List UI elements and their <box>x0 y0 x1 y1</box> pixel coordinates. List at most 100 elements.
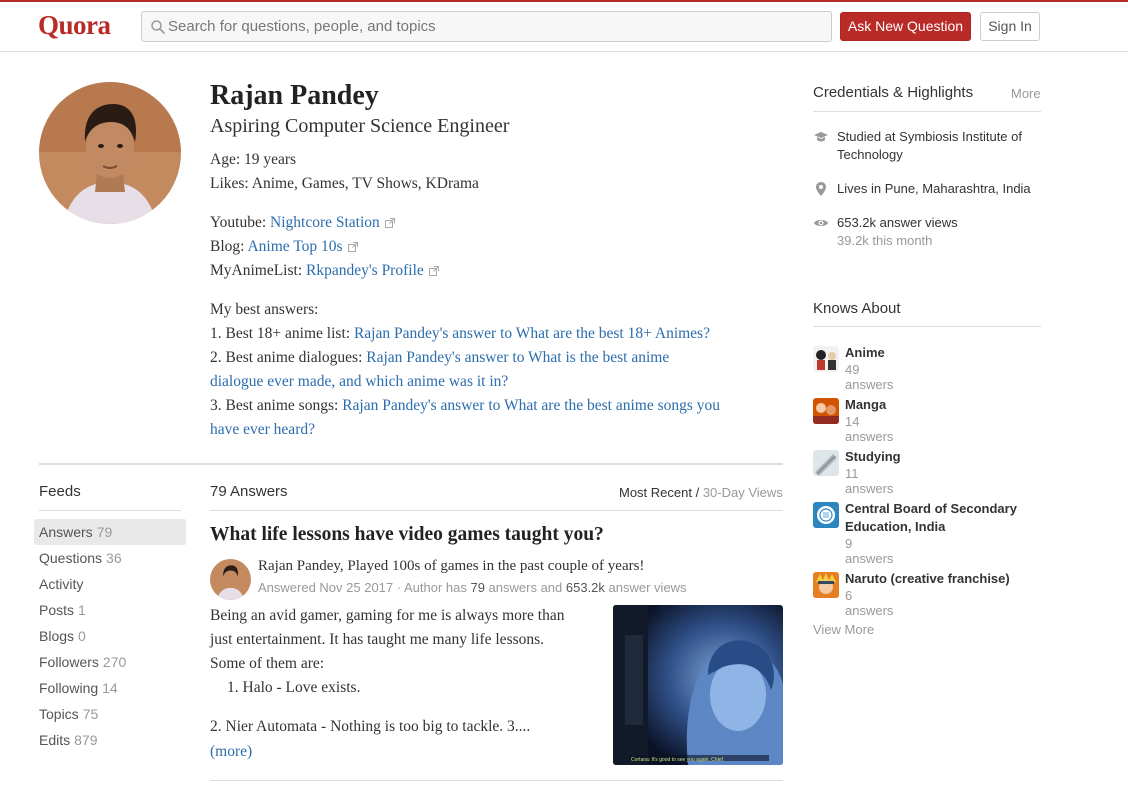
feed-count: 0 <box>78 628 86 644</box>
best-answer-3-link[interactable]: Rajan Pandey's answer to What are the be… <box>342 397 720 414</box>
naruto-topic-icon <box>813 572 839 598</box>
youtube-link[interactable]: Nightcore Station <box>270 214 380 231</box>
topic-count: 6 answers <box>845 588 894 618</box>
credentials-title: Credentials & Highlights <box>813 84 974 101</box>
answer-text-line: Some of them are: <box>210 655 325 672</box>
meta-answers: 79 <box>470 580 485 595</box>
feed-count: 879 <box>74 732 98 748</box>
external-link-icon <box>384 218 395 228</box>
feed-count: 14 <box>102 680 118 696</box>
myanimelist-link[interactable]: Rkpandey's Profile <box>306 262 424 279</box>
feed-label: Topics <box>39 706 79 722</box>
meta-prefix: Answered Nov 25 2017 · Author has <box>258 580 471 595</box>
more-link[interactable]: (more) <box>210 743 252 760</box>
profile-likes: Likes: Anime, Games, TV Shows, KDrama <box>210 175 479 192</box>
best-answer-1-prefix: 1. Best 18+ anime list: <box>210 325 354 342</box>
answers-count: 79 Answers <box>210 483 288 500</box>
sort-most-recent[interactable]: Most Recent <box>619 485 692 500</box>
topic-count: 9 answers <box>845 536 894 566</box>
sort-options: Most Recent / 30-Day Views <box>619 485 783 500</box>
youtube-label: Youtube: <box>210 214 271 231</box>
feed-item-questions[interactable]: Questions 36 <box>34 545 186 571</box>
credential-text: Studied at Symbiosis Institute of Techno… <box>837 129 1022 162</box>
topic-count: 14 answers <box>845 414 894 444</box>
feed-count: 1 <box>78 602 86 618</box>
credentials-divider <box>813 111 1041 112</box>
meta-suffix: answer views <box>604 580 687 595</box>
sort-30-day-views[interactable]: 30-Day Views <box>703 485 783 500</box>
image-caption: Cortana: It's good to see you again, Chi… <box>631 757 724 763</box>
feed-count: 75 <box>82 706 99 722</box>
profile-age: Age: 19 years <box>210 151 297 168</box>
credential-text: 653.2k answer views <box>837 215 958 230</box>
blog-link[interactable]: Anime Top 10s <box>247 238 342 255</box>
feed-label: Posts <box>39 602 75 618</box>
feed-item-following[interactable]: Following 14 <box>34 675 186 701</box>
search-box[interactable] <box>141 11 832 42</box>
credential-text: Lives in Pune, Maharashtra, India <box>837 181 1031 196</box>
studying-topic-icon <box>813 450 839 476</box>
topic-name: Studying <box>845 449 901 464</box>
feeds-divider <box>39 510 181 511</box>
topic-count: 11 answers <box>845 466 894 496</box>
search-icon <box>151 20 165 34</box>
feed-item-activity[interactable]: Activity <box>34 571 186 597</box>
meta-views: 653.2k <box>565 580 605 595</box>
feed-label: Followers <box>39 654 99 670</box>
quora-logo[interactable]: Quora <box>38 10 111 41</box>
answer-image[interactable]: Cortana: It's good to see you again, Chi… <box>613 605 783 765</box>
topic-count: 49 answers <box>845 362 894 392</box>
feed-item-followers[interactable]: Followers 270 <box>34 649 186 675</box>
question-title[interactable]: What life lessons have video games taugh… <box>210 524 604 546</box>
view-more-topics-link[interactable]: View More <box>813 622 874 637</box>
profile-name: Rajan Pandey <box>210 80 379 111</box>
feed-label: Edits <box>39 732 71 748</box>
answer-text-line: 2. Nier Automata - Nothing is too big to… <box>210 718 531 735</box>
credential-subtext: 39.2k this month <box>837 233 933 248</box>
eye-icon <box>814 220 828 226</box>
author-avatar[interactable] <box>210 559 251 600</box>
best-answer-2-link[interactable]: Rajan Pandey's answer to What is the bes… <box>366 349 669 366</box>
answer-bottom-divider <box>210 780 783 781</box>
topic-name: Central Board of Secondary Education, In… <box>845 501 1017 534</box>
best-answers-heading: My best answers: <box>210 301 319 318</box>
feed-item-answers[interactable]: Answers 79 <box>34 519 186 545</box>
feed-count: 79 <box>96 524 113 540</box>
ask-new-question-button[interactable]: Ask New Question <box>840 12 971 41</box>
feed-item-topics[interactable]: Topics 75 <box>34 701 186 727</box>
profile-divider <box>39 463 783 465</box>
best-answer-3-link-cont[interactable]: have ever heard? <box>210 421 315 438</box>
best-answer-1-link[interactable]: Rajan Pandey's answer to What are the be… <box>354 325 710 342</box>
credentials-more-link[interactable]: More <box>1011 86 1041 101</box>
youtube-link-row: Youtube: Nightcore Station <box>210 211 395 235</box>
answer-text-line: 1. Halo - Love exists. <box>227 679 361 696</box>
feed-item-posts[interactable]: Posts 1 <box>34 597 186 623</box>
search-input[interactable] <box>168 14 818 39</box>
best-answer-1: 1. Best 18+ anime list: Rajan Pandey's a… <box>210 322 710 346</box>
author-credential[interactable]: Rajan Pandey, Played 100s of games in th… <box>258 558 644 575</box>
best-answer-3: 3. Best anime songs: Rajan Pandey's answ… <box>210 394 720 418</box>
answers-divider <box>210 510 783 511</box>
feed-item-edits[interactable]: Edits 879 <box>34 727 186 753</box>
best-answer-2-link-cont[interactable]: dialogue ever made, and which anime was … <box>210 373 508 390</box>
feed-count: 270 <box>102 654 127 670</box>
feed-label: Activity <box>39 576 84 592</box>
best-answer-3-prefix: 3. Best anime songs: <box>210 397 343 414</box>
topic-name: Naruto (creative franchise) <box>845 571 1010 586</box>
feed-label: Blogs <box>39 628 75 644</box>
cbse-topic-icon <box>813 502 839 528</box>
best-answer-2-cont: dialogue ever made, and which anime was … <box>210 370 508 394</box>
feeds-title: Feeds <box>39 483 81 500</box>
feed-label: Following <box>39 680 99 696</box>
feed-label: Answers <box>39 524 93 540</box>
sign-in-button[interactable]: Sign In <box>980 12 1040 41</box>
myanimelist-link-row: MyAnimeList: Rkpandey's Profile <box>210 259 439 283</box>
manga-topic-icon <box>813 398 839 424</box>
topic-name: Manga <box>845 397 887 412</box>
feed-item-blogs[interactable]: Blogs 0 <box>34 623 186 649</box>
topic-name: Anime <box>845 345 885 360</box>
blog-label: Blog: <box>210 238 248 255</box>
answer-meta: Answered Nov 25 2017 · Author has 79 ans… <box>258 580 687 595</box>
blog-link-row: Blog: Anime Top 10s <box>210 235 358 259</box>
sort-separator: / <box>691 485 703 500</box>
